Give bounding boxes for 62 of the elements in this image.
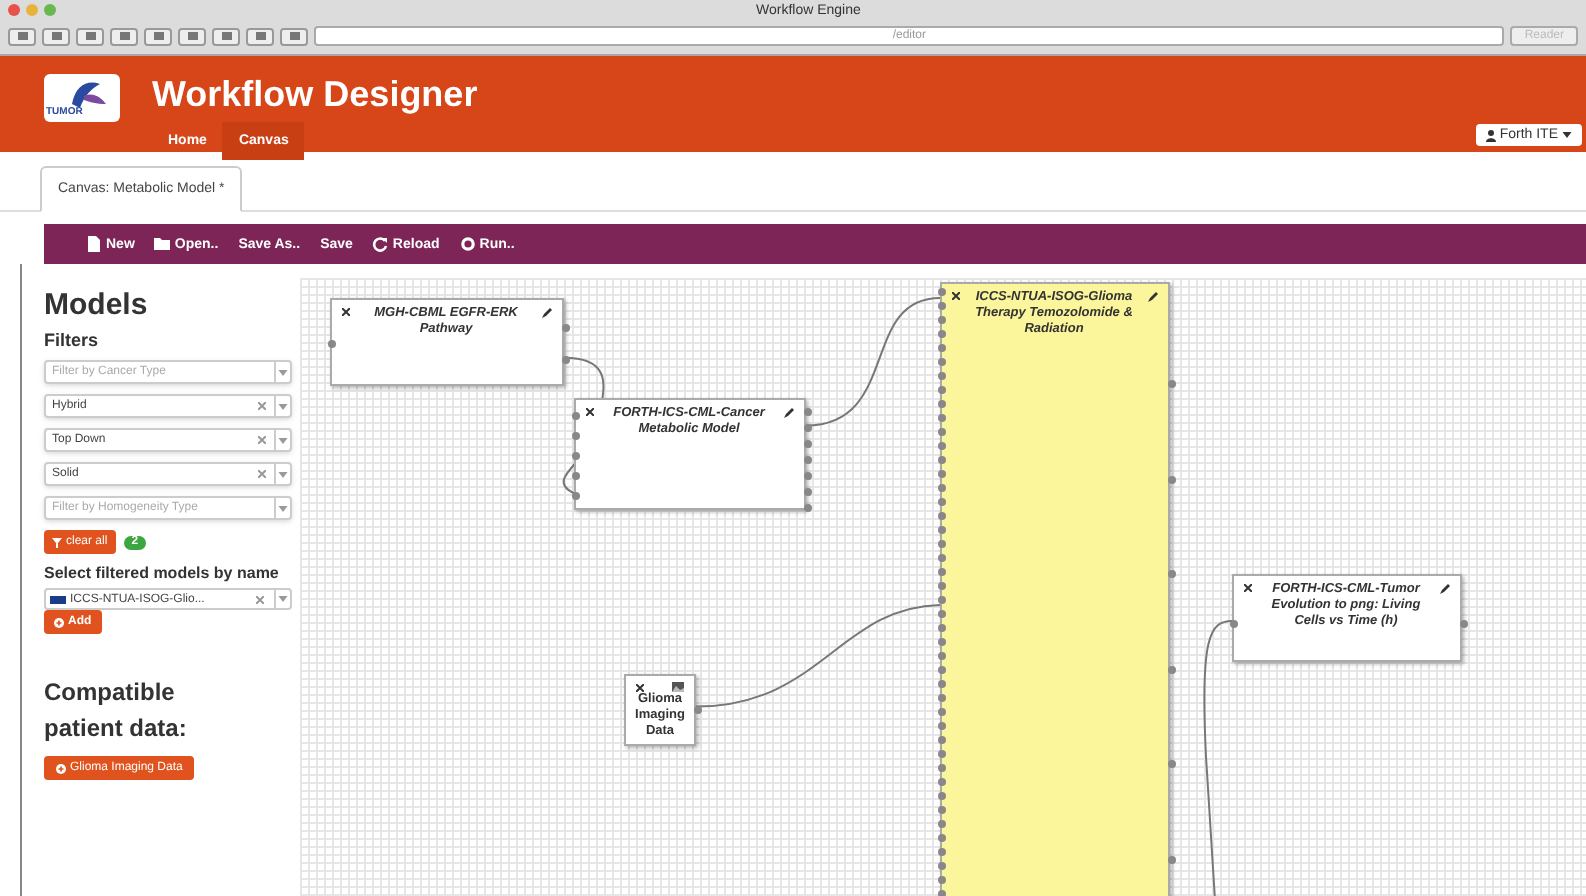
dropdown-caret-icon	[278, 369, 288, 375]
app-title: Workflow Designer	[152, 74, 478, 114]
caret-icon	[1562, 132, 1572, 138]
dropdown-caret-icon	[278, 471, 288, 477]
clear-icon[interactable]	[258, 470, 266, 478]
connector-line	[805, 296, 941, 427]
refresh-icon	[372, 236, 389, 252]
select-models-title: Select filtered models by name	[44, 564, 281, 582]
sidebar-title: Models	[44, 288, 150, 324]
toolbar-icon[interactable]	[178, 27, 206, 45]
close-icon[interactable]	[636, 684, 644, 692]
user-icon	[1485, 129, 1496, 141]
plus-icon	[56, 763, 66, 773]
edit-icon[interactable]	[784, 408, 794, 418]
connection-port[interactable]	[693, 706, 701, 714]
connection-port[interactable]	[571, 452, 579, 460]
edit-icon[interactable]	[542, 308, 552, 318]
connection-port[interactable]	[1459, 620, 1467, 628]
dropdown-caret-icon	[278, 403, 288, 409]
connection-port[interactable]	[571, 412, 579, 420]
toolbar-icon[interactable]	[42, 27, 70, 45]
dropdown-caret-icon	[278, 505, 288, 511]
edit-icon[interactable]	[1440, 584, 1450, 594]
connection-port[interactable]	[1167, 760, 1175, 768]
dropdown-caret-icon	[278, 437, 288, 443]
connection-port[interactable]	[1229, 620, 1237, 628]
filters-title: Filters	[44, 330, 101, 352]
edit-icon[interactable]	[1148, 292, 1158, 302]
connection-port[interactable]	[561, 324, 569, 332]
clear-icon[interactable]	[256, 595, 264, 603]
compatible-data-title: Compatible patient data:	[44, 676, 189, 746]
connection-port[interactable]	[1167, 666, 1175, 674]
connection-port[interactable]	[1167, 856, 1175, 864]
toolbar-icon[interactable]	[280, 27, 308, 45]
close-icon[interactable]	[952, 292, 960, 300]
close-icon[interactable]	[586, 408, 594, 416]
folder-icon	[154, 236, 171, 252]
plus-icon	[54, 617, 64, 627]
toolbar-icon[interactable]	[212, 27, 240, 45]
connection-port[interactable]	[1167, 380, 1175, 388]
clear-icon[interactable]	[258, 402, 266, 410]
image-icon	[672, 682, 684, 692]
connection-port[interactable]	[571, 432, 579, 440]
gear-icon	[459, 236, 476, 252]
connection-port[interactable]	[1167, 476, 1175, 484]
toolbar-icon[interactable]	[110, 27, 138, 45]
connection-port[interactable]	[561, 356, 569, 364]
toolbar-icon[interactable]	[246, 27, 274, 45]
filter-icon	[52, 537, 62, 547]
clear-icon[interactable]	[258, 436, 266, 444]
toolbar-icon[interactable]	[144, 27, 172, 45]
connection-port[interactable]	[571, 492, 579, 500]
file-icon	[86, 236, 102, 252]
close-icon[interactable]	[1244, 584, 1252, 592]
connection-port[interactable]	[327, 340, 335, 348]
close-icon[interactable]	[342, 308, 350, 316]
connection-port[interactable]	[571, 472, 579, 480]
connection-port[interactable]	[1167, 570, 1175, 578]
dropdown-caret-icon	[278, 596, 288, 602]
toolbar-icon[interactable]	[8, 27, 36, 45]
flag-icon	[50, 595, 66, 603]
toolbar-icon[interactable]	[76, 27, 104, 45]
